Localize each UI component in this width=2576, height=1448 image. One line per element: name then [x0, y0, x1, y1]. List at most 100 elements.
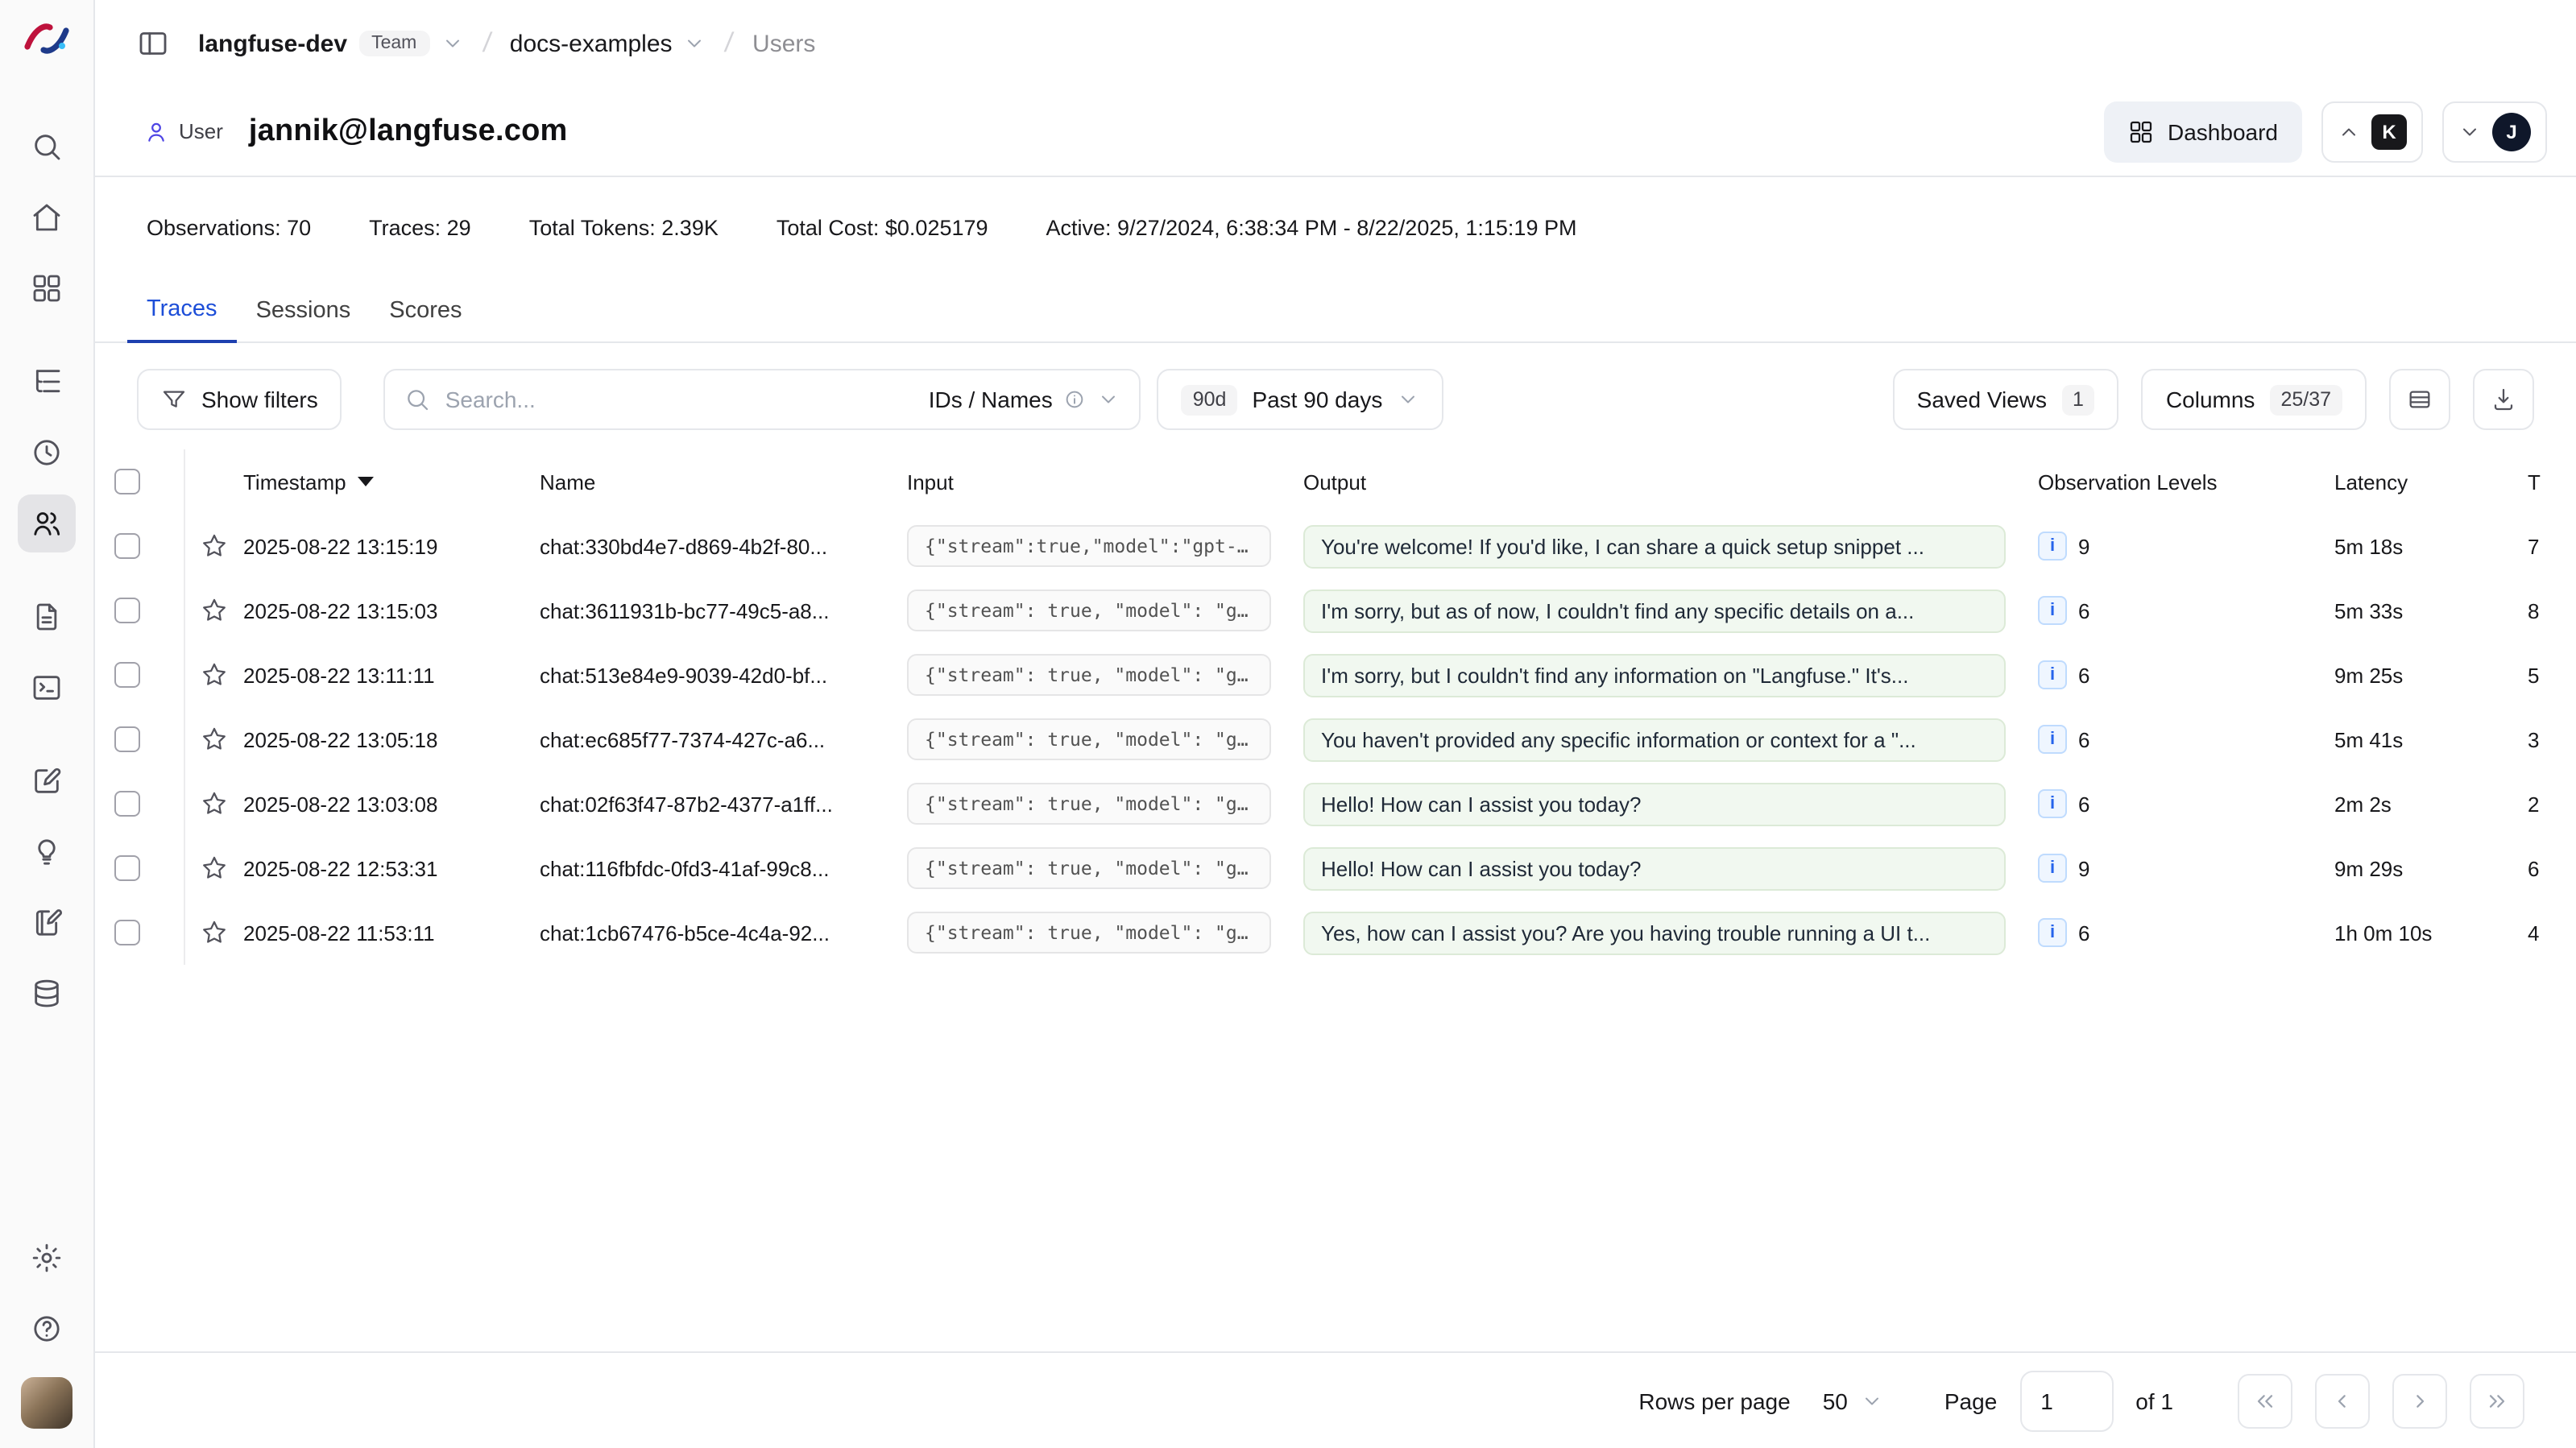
bookmark-star-icon[interactable]: [200, 854, 229, 883]
sidebar-item-home[interactable]: [18, 188, 76, 246]
timestamp-cell[interactable]: 2025-08-22 13:15:19: [243, 534, 540, 558]
trace-name-cell[interactable]: chat:513e84e9-9039-42d0-bf...: [540, 663, 907, 687]
tab-sessions[interactable]: Sessions: [237, 279, 371, 343]
user-avatar[interactable]: [21, 1377, 72, 1429]
timestamp-cell[interactable]: 2025-08-22 13:11:11: [243, 663, 540, 687]
next-user-button[interactable]: J: [2442, 101, 2547, 162]
row-checkbox[interactable]: [114, 920, 140, 945]
output-cell[interactable]: You haven't provided any specific inform…: [1303, 718, 2006, 761]
table-row[interactable]: 2025-08-22 13:05:18 chat:ec685f77-7374-4…: [95, 707, 2576, 772]
bookmark-star-icon[interactable]: [200, 596, 229, 625]
input-cell[interactable]: {"stream": true, "model": "gpt-...: [907, 590, 1271, 631]
input-cell[interactable]: {"stream": true, "model": "gpt-...: [907, 783, 1271, 825]
header-input[interactable]: Input: [907, 470, 1303, 494]
trace-name-cell[interactable]: chat:1cb67476-b5ce-4c4a-92...: [540, 921, 907, 945]
output-cell[interactable]: I'm sorry, but as of now, I couldn't fin…: [1303, 589, 2006, 632]
input-cell[interactable]: {"stream": true, "model": "gpt-...: [907, 718, 1271, 760]
sidebar-item-search[interactable]: [18, 118, 76, 176]
header-output[interactable]: Output: [1303, 470, 2038, 494]
output-cell[interactable]: Hello! How can I assist you today?: [1303, 782, 2006, 825]
sidebar-item-playground[interactable]: [18, 659, 76, 717]
date-range-select[interactable]: 90d Past 90 days: [1158, 369, 1444, 430]
select-all-checkbox[interactable]: [114, 469, 140, 494]
sidebar-item-support[interactable]: [18, 1300, 76, 1358]
table-row[interactable]: 2025-08-22 13:11:11 chat:513e84e9-9039-4…: [95, 643, 2576, 707]
timestamp-cell[interactable]: 2025-08-22 13:15:03: [243, 598, 540, 623]
next-page-button[interactable]: [2392, 1373, 2447, 1428]
row-checkbox[interactable]: [114, 662, 140, 688]
timestamp-cell[interactable]: 2025-08-22 11:53:11: [243, 921, 540, 945]
show-filters-button[interactable]: Show filters: [137, 369, 342, 430]
timestamp-cell[interactable]: 2025-08-22 13:03:08: [243, 792, 540, 816]
sidebar-item-evaluation[interactable]: [18, 752, 76, 810]
header-clipped[interactable]: T: [2528, 470, 2576, 494]
tracing-tree-icon: [31, 366, 63, 398]
export-button[interactable]: [2473, 369, 2534, 430]
timestamp-cell[interactable]: 2025-08-22 13:05:18: [243, 727, 540, 751]
sidebar-item-users[interactable]: [18, 494, 76, 552]
page-number-input[interactable]: [2019, 1370, 2113, 1431]
row-checkbox[interactable]: [114, 598, 140, 623]
sidebar-item-settings[interactable]: [18, 1229, 76, 1287]
table-row[interactable]: 2025-08-22 13:15:19 chat:330bd4e7-d869-4…: [95, 514, 2576, 578]
langfuse-logo[interactable]: [23, 19, 71, 66]
bookmark-star-icon[interactable]: [200, 532, 229, 561]
last-page-button[interactable]: [2470, 1373, 2524, 1428]
bookmark-star-icon[interactable]: [200, 660, 229, 689]
input-cell[interactable]: {"stream":true,"model":"gpt-5",...: [907, 525, 1271, 567]
row-height-button[interactable]: [2389, 369, 2450, 430]
output-cell[interactable]: Yes, how can I assist you? Are you havin…: [1303, 911, 2006, 954]
tab-scores[interactable]: Scores: [370, 279, 481, 343]
sidebar-item-annotation[interactable]: [18, 894, 76, 952]
bookmark-star-icon[interactable]: [200, 725, 229, 754]
table-row[interactable]: 2025-08-22 13:03:08 chat:02f63f47-87b2-4…: [95, 772, 2576, 836]
timestamp-cell[interactable]: 2025-08-22 12:53:31: [243, 856, 540, 880]
header-observation-levels[interactable]: Observation Levels: [2038, 470, 2334, 494]
search-type-select[interactable]: IDs / Names: [929, 387, 1120, 412]
prev-page-button[interactable]: [2315, 1373, 2370, 1428]
sidebar-item-datasets[interactable]: [18, 965, 76, 1023]
bookmark-star-icon[interactable]: [200, 789, 229, 818]
trace-name-cell[interactable]: chat:ec685f77-7374-427c-a6...: [540, 727, 907, 751]
output-cell[interactable]: I'm sorry, but I couldn't find any infor…: [1303, 653, 2006, 697]
row-checkbox[interactable]: [114, 726, 140, 752]
sidebar-item-insights[interactable]: [18, 823, 76, 881]
table-row[interactable]: 2025-08-22 12:53:31 chat:116fbfdc-0fd3-4…: [95, 836, 2576, 900]
search-input[interactable]: [445, 387, 914, 412]
sidebar-item-sessions[interactable]: [18, 424, 76, 482]
breadcrumb-project[interactable]: docs-examples: [510, 30, 706, 57]
sidebar-item-tracing[interactable]: [18, 353, 76, 411]
output-cell[interactable]: You're welcome! If you'd like, I can sha…: [1303, 524, 2006, 568]
input-cell[interactable]: {"stream": true, "model": "gpt-...: [907, 654, 1271, 696]
search-type-label: IDs / Names: [929, 387, 1053, 412]
clipped-cell: 6: [2528, 856, 2576, 880]
prev-user-button[interactable]: K: [2321, 101, 2423, 162]
breadcrumb-org[interactable]: langfuse-dev Team: [198, 30, 463, 57]
trace-name-cell[interactable]: chat:3611931b-bc77-49c5-a8...: [540, 598, 907, 623]
tab-traces[interactable]: Traces: [127, 279, 237, 343]
rows-per-page-select[interactable]: 50: [1813, 1370, 1893, 1431]
dashboard-button[interactable]: Dashboard: [2103, 101, 2302, 162]
first-page-button[interactable]: [2238, 1373, 2292, 1428]
input-cell[interactable]: {"stream": true, "model": "gpt-...: [907, 847, 1271, 889]
bookmark-star-icon[interactable]: [200, 918, 229, 947]
row-checkbox[interactable]: [114, 533, 140, 559]
input-cell[interactable]: {"stream": true, "model": "gpt-...: [907, 912, 1271, 954]
output-cell[interactable]: Hello! How can I assist you today?: [1303, 846, 2006, 890]
saved-views-button[interactable]: Saved Views 1: [1893, 369, 2119, 430]
row-checkbox[interactable]: [114, 855, 140, 881]
columns-button[interactable]: Columns 25/37: [2142, 369, 2367, 430]
sidebar-item-prompts[interactable]: [18, 588, 76, 646]
header-timestamp[interactable]: Timestamp: [243, 470, 540, 494]
table-row[interactable]: 2025-08-22 13:15:03 chat:3611931b-bc77-4…: [95, 578, 2576, 643]
panel-toggle-icon[interactable]: [137, 27, 169, 60]
header-name[interactable]: Name: [540, 470, 907, 494]
trace-name-cell[interactable]: chat:330bd4e7-d869-4b2f-80...: [540, 534, 907, 558]
trace-name-cell[interactable]: chat:116fbfdc-0fd3-41af-99c8...: [540, 856, 907, 880]
table-row[interactable]: 2025-08-22 11:53:11 chat:1cb67476-b5ce-4…: [95, 900, 2576, 965]
row-checkbox[interactable]: [114, 791, 140, 817]
trace-name-cell[interactable]: chat:02f63f47-87b2-4377-a1ff...: [540, 792, 907, 816]
sidebar-item-dashboards[interactable]: [18, 259, 76, 317]
rows-per-page-value: 50: [1823, 1388, 1848, 1413]
header-latency[interactable]: Latency: [2334, 470, 2528, 494]
